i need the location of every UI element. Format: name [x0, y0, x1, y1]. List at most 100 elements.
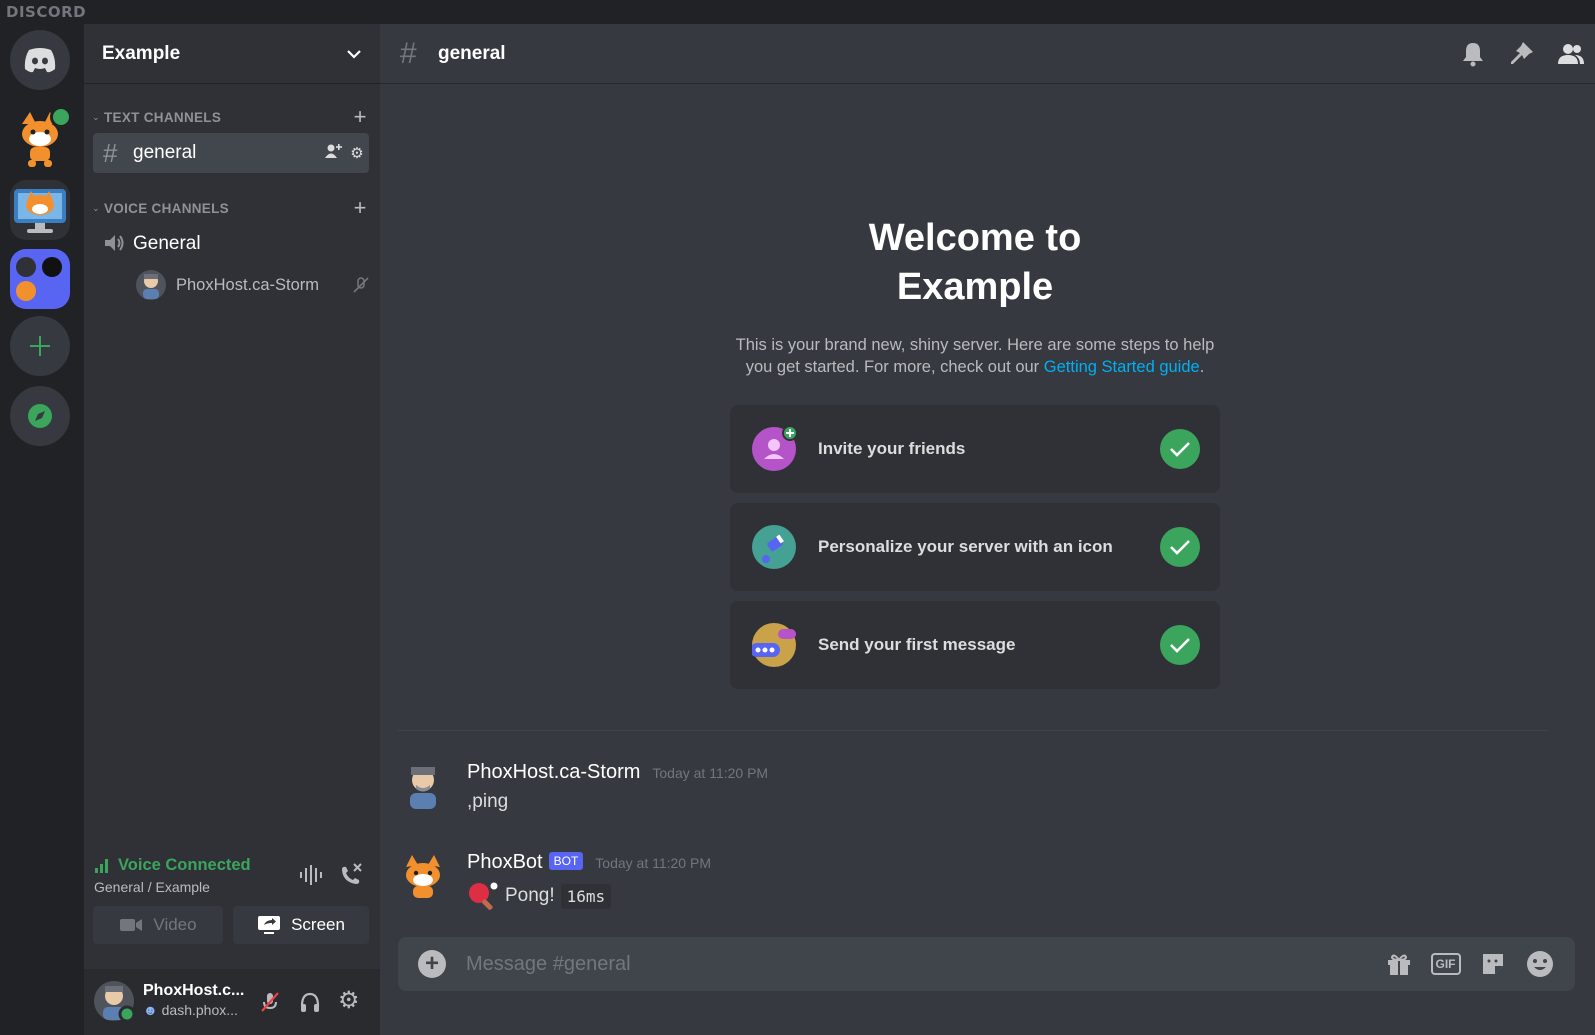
- avatar[interactable]: [398, 851, 448, 901]
- sticker-icon[interactable]: [1469, 951, 1516, 977]
- voice-location[interactable]: General / Example: [94, 879, 210, 895]
- custom-status: ☻ dash.phox...: [143, 1002, 238, 1018]
- message-header: PhoxHost.ca-Storm Today at 11:20 PM: [467, 761, 768, 784]
- server-header[interactable]: Example: [84, 24, 380, 84]
- server-icon-fox[interactable]: [10, 106, 72, 170]
- compass-icon: [28, 404, 52, 428]
- message-input[interactable]: [466, 952, 1375, 976]
- chevron-down-icon: ⌄: [92, 202, 100, 213]
- server-list: [0, 24, 84, 1035]
- category-text-channels[interactable]: ⌄ TEXT CHANNELS +: [84, 104, 380, 130]
- custom-status-text: dash.phox...: [161, 1002, 238, 1018]
- server-name: Example: [102, 42, 181, 64]
- screen-share-icon: [258, 916, 281, 934]
- upload-plus-icon[interactable]: +: [418, 950, 446, 978]
- voice-status[interactable]: Voice Connected: [94, 856, 251, 875]
- folder-server-icon: [42, 257, 62, 277]
- welcome-section: Welcome to Example This is your brand ne…: [380, 214, 1570, 378]
- discord-logo-icon: [24, 48, 56, 73]
- create-channel-icon[interactable]: +: [340, 104, 380, 130]
- inline-code: 16ms: [560, 883, 612, 909]
- disconnect-icon[interactable]: [338, 862, 364, 891]
- folder-server-icon: [16, 281, 36, 301]
- camera-icon: [120, 919, 143, 931]
- fox-computer-icon: [14, 189, 66, 233]
- gift-icon[interactable]: [1375, 951, 1422, 977]
- signal-icon: [95, 858, 108, 873]
- screen-label: Screen: [291, 915, 345, 934]
- paintbrush-icon: [752, 525, 796, 569]
- video-button[interactable]: Video: [93, 906, 223, 944]
- welcome-text-line: This is your brand new, shiny server. He…: [735, 336, 1215, 354]
- user-panel: PhoxHost.c... ☻ dash.phox... ⚙: [84, 970, 380, 1035]
- step-invite-friends[interactable]: Invite your friends: [730, 405, 1220, 493]
- member-list-icon[interactable]: [1546, 42, 1595, 66]
- home-button[interactable]: [10, 30, 70, 90]
- mic-muted-icon[interactable]: [258, 990, 282, 1019]
- robot-icon: ☻: [143, 1002, 158, 1018]
- chat-bubble-icon: [750, 623, 796, 667]
- bot-badge: BOT: [548, 852, 584, 870]
- noise-suppression-icon[interactable]: [298, 864, 324, 891]
- bell-icon[interactable]: [1448, 41, 1497, 67]
- channel-name: General: [133, 233, 201, 254]
- avatar[interactable]: [398, 761, 448, 811]
- step-label: Invite your friends: [818, 439, 966, 458]
- gear-icon[interactable]: ⚙: [338, 986, 360, 1015]
- channel-name: general: [133, 142, 197, 163]
- message-text: Pong!: [505, 885, 555, 906]
- getting-started-link[interactable]: Getting Started guide: [1044, 358, 1200, 376]
- gear-icon[interactable]: ⚙: [345, 144, 369, 162]
- explore-servers-button[interactable]: [10, 386, 70, 446]
- welcome-title-line: Example: [896, 266, 1054, 308]
- speaker-icon: [103, 229, 133, 260]
- invite-icon[interactable]: [321, 143, 345, 163]
- gif-label: GIF: [1430, 953, 1461, 975]
- emoji-icon[interactable]: [1516, 950, 1563, 978]
- avatar: [136, 270, 166, 300]
- voice-channel-general[interactable]: General: [93, 224, 369, 264]
- voice-activity-icon: [50, 106, 72, 128]
- voice-user[interactable]: PhoxHost.ca-Storm: [136, 268, 370, 302]
- voice-status-label: Voice Connected: [118, 856, 251, 874]
- channel-title: general: [438, 42, 506, 64]
- message-author[interactable]: PhoxBot: [467, 851, 543, 874]
- category-label: TEXT CHANNELS: [104, 109, 222, 125]
- server-icon-fox-computer[interactable]: [10, 180, 70, 240]
- gif-picker-button[interactable]: GIF: [1422, 953, 1469, 975]
- message-author[interactable]: PhoxHost.ca-Storm: [467, 761, 640, 784]
- category-voice-channels[interactable]: ⌄ VOICE CHANNELS +: [84, 195, 380, 221]
- channel-general[interactable]: # general ⚙: [93, 133, 369, 173]
- video-label: Video: [153, 915, 197, 934]
- ping-pong-icon: [469, 882, 498, 910]
- screen-share-button[interactable]: Screen: [233, 906, 369, 944]
- step-personalize-server[interactable]: Personalize your server with an icon: [730, 503, 1220, 591]
- pin-icon[interactable]: [1497, 41, 1546, 67]
- channel-header: # general: [380, 24, 1595, 84]
- add-server-button[interactable]: [10, 316, 70, 376]
- headphones-icon[interactable]: [298, 990, 322, 1019]
- category-label: VOICE CHANNELS: [104, 200, 229, 216]
- server-folder[interactable]: [10, 249, 70, 309]
- voice-user-name: PhoxHost.ca-Storm: [176, 275, 320, 294]
- message-timestamp: Today at 11:20 PM: [652, 765, 769, 781]
- divider: [398, 730, 1548, 731]
- chevron-down-icon: ⌄: [92, 111, 100, 122]
- avatar[interactable]: [94, 981, 136, 1023]
- message-header: PhoxBot BOT Today at 11:20 PM: [467, 851, 711, 874]
- checkmark-icon: [1160, 429, 1200, 469]
- discord-app: DISCORD Example ⌄ TEXT CHANNELS + # gene…: [0, 0, 1595, 1035]
- message-composer: + GIF: [398, 937, 1575, 991]
- chat-area: # general Welcome to Example This is you…: [380, 24, 1595, 1035]
- welcome-text-end: .: [1199, 358, 1205, 376]
- checkmark-icon: [1160, 625, 1200, 665]
- title-bar: DISCORD: [0, 0, 1595, 24]
- welcome-text-line: you get started. For more, check out our: [745, 358, 1044, 376]
- message-content: Pong! 16ms: [467, 881, 612, 911]
- username: PhoxHost.c...: [143, 982, 245, 999]
- message-content: ,ping: [467, 791, 509, 812]
- channel-sidebar: Example ⌄ TEXT CHANNELS + # general ⚙ ⌄ …: [84, 24, 380, 1035]
- create-channel-icon[interactable]: +: [340, 195, 380, 221]
- folder-server-icon: [16, 257, 36, 277]
- step-send-first-message[interactable]: Send your first message: [730, 601, 1220, 689]
